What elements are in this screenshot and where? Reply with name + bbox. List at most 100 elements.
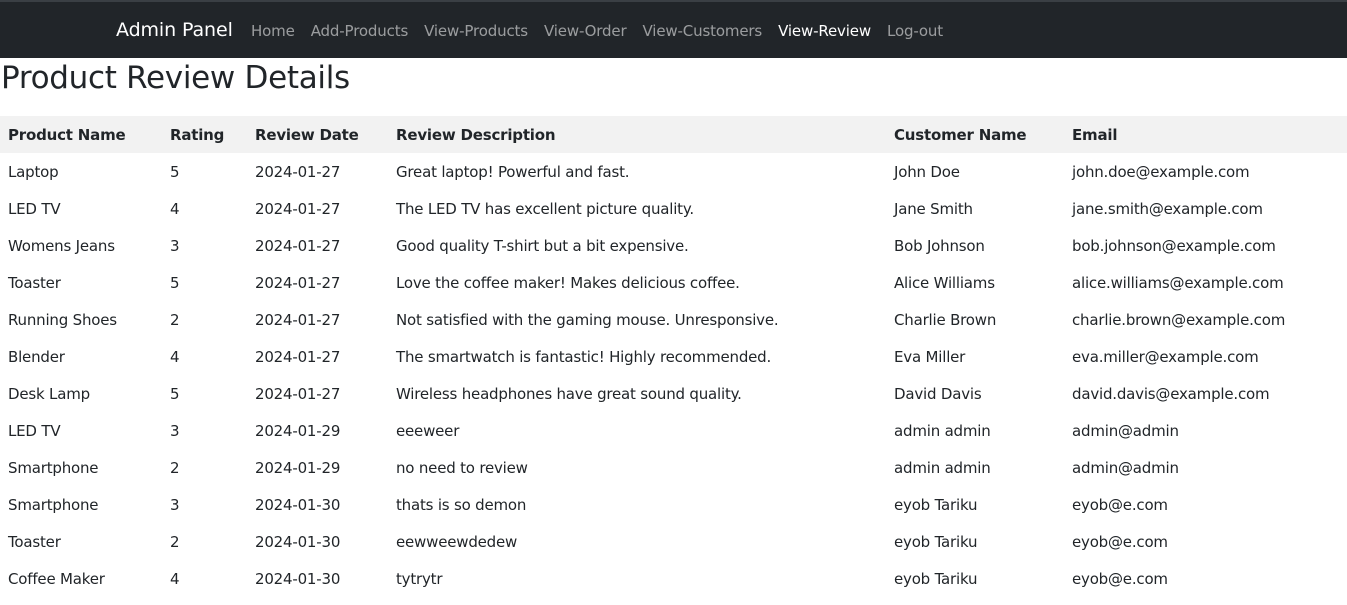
header-review-description: Review Description [396, 125, 556, 144]
header-review-date: Review Date [255, 125, 359, 144]
nav-item-view-order: View-Order [544, 21, 627, 40]
cell-email: jane.smith@example.com [1072, 199, 1263, 218]
nav-menu: Home Add-Products View-Products View-Ord… [251, 21, 959, 40]
cell-product-name: Toaster [8, 532, 61, 551]
cell-review-description: Not satisfied with the gaming mouse. Unr… [396, 310, 779, 329]
cell-customer-name: Bob Johnson [894, 236, 985, 255]
cell-product-name: Toaster [8, 273, 61, 292]
cell-email: eyob@e.com [1072, 569, 1168, 588]
cell-review-date: 2024-01-27 [255, 199, 341, 218]
cell-rating: 3 [170, 495, 180, 514]
nav-link-home[interactable]: Home [251, 22, 295, 40]
cell-customer-name: eyob Tariku [894, 495, 978, 514]
page-title: Product Review Details [1, 60, 350, 96]
cell-review-date: 2024-01-27 [255, 273, 341, 292]
cell-email: david.davis@example.com [1072, 384, 1270, 403]
brand-link[interactable]: Admin Panel [116, 19, 233, 41]
cell-review-description: The LED TV has excellent picture quality… [396, 199, 694, 218]
cell-email: john.doe@example.com [1072, 162, 1250, 181]
cell-review-description: Love the coffee maker! Makes delicious c… [396, 273, 740, 292]
cell-rating: 2 [170, 310, 180, 329]
cell-product-name: Womens Jeans [8, 236, 115, 255]
table-row: Laptop 5 2024-01-27 Great laptop! Powerful … [0, 153, 1347, 190]
cell-rating: 3 [170, 236, 180, 255]
cell-review-description: thats is so demon [396, 495, 527, 514]
cell-email: admin@admin [1072, 421, 1179, 440]
cell-product-name: Coffee Maker [8, 569, 105, 588]
cell-product-name: Blender [8, 347, 65, 366]
table-header-row: Product Name Rating Review Date Review D… [0, 116, 1347, 153]
table-row: Womens Jeans 3 2024-01-27 Good quality T-sh… [0, 227, 1347, 264]
table-row: LED TV 4 2024-01-27 The LED TV has excellen… [0, 190, 1347, 227]
table-row: LED TV 3 2024-01-29 eeeweer admin admin admin… [0, 412, 1347, 449]
cell-review-description: eeeweer [396, 421, 460, 440]
cell-review-date: 2024-01-27 [255, 347, 341, 366]
cell-rating: 4 [170, 199, 180, 218]
cell-product-name: Running Shoes [8, 310, 117, 329]
cell-review-date: 2024-01-29 [255, 458, 341, 477]
nav-item-log-out: Log-out [887, 21, 943, 40]
nav-link-log-out[interactable]: Log-out [887, 22, 943, 40]
cell-customer-name: Alice Williams [894, 273, 995, 292]
cell-email: alice.williams@example.com [1072, 273, 1284, 292]
cell-customer-name: eyob Tariku [894, 532, 978, 551]
table-row: Smartphone 3 2024-01-30 thats is so demon ey… [0, 486, 1347, 523]
cell-product-name: LED TV [8, 421, 61, 440]
reviews-table: Product Name Rating Review Date Review D… [0, 116, 1347, 597]
cell-review-description: The smartwatch is fantastic! Highly reco… [396, 347, 772, 366]
top-navbar: Admin Panel Home Add-Products View-Produ… [0, 0, 1347, 58]
cell-email: eyob@e.com [1072, 532, 1168, 551]
nav-item-view-customers: View-Customers [643, 21, 763, 40]
cell-review-date: 2024-01-27 [255, 162, 341, 181]
cell-email: eyob@e.com [1072, 495, 1168, 514]
cell-rating: 5 [170, 384, 180, 403]
cell-customer-name: Eva Miller [894, 347, 966, 366]
cell-review-date: 2024-01-30 [255, 532, 341, 551]
cell-rating: 2 [170, 458, 180, 477]
nav-link-view-customers[interactable]: View-Customers [643, 22, 763, 40]
cell-review-description: tytrytr [396, 569, 443, 588]
cell-review-description: no need to review [396, 458, 528, 477]
nav-link-add-products[interactable]: Add-Products [311, 22, 409, 40]
nav-item-add-products: Add-Products [311, 21, 409, 40]
table-row: Smartphone 2 2024-01-29 no need to review ad… [0, 449, 1347, 486]
cell-rating: 4 [170, 569, 180, 588]
cell-review-date: 2024-01-30 [255, 569, 341, 588]
cell-review-date: 2024-01-27 [255, 384, 341, 403]
table-row: Toaster 2 2024-01-30 eewweewdedew eyob Tarik… [0, 523, 1347, 560]
header-product-name: Product Name [8, 125, 126, 144]
table-row: Running Shoes 2 2024-01-27 Not satisfied wi… [0, 301, 1347, 338]
nav-link-view-products[interactable]: View-Products [424, 22, 528, 40]
cell-customer-name: admin admin [894, 421, 991, 440]
cell-product-name: Smartphone [8, 495, 99, 514]
header-email: Email [1072, 125, 1118, 144]
cell-customer-name: Jane Smith [894, 199, 973, 218]
cell-rating: 5 [170, 162, 180, 181]
nav-item-view-review: View-Review [778, 21, 871, 40]
nav-link-view-order[interactable]: View-Order [544, 22, 627, 40]
cell-email: eva.miller@example.com [1072, 347, 1259, 366]
table-row: Blender 4 2024-01-27 The smartwatch is fant… [0, 338, 1347, 375]
cell-review-date: 2024-01-30 [255, 495, 341, 514]
cell-review-description: Wireless headphones have great sound qua… [396, 384, 742, 403]
cell-email: bob.johnson@example.com [1072, 236, 1276, 255]
table-row: Desk Lamp 5 2024-01-27 Wireless headphones … [0, 375, 1347, 412]
cell-customer-name: John Doe [894, 162, 960, 181]
cell-rating: 2 [170, 532, 180, 551]
table-row: Coffee Maker 4 2024-01-30 tytrytr eyob Tarik… [0, 560, 1347, 597]
nav-link-view-review[interactable]: View-Review [778, 22, 871, 40]
cell-rating: 5 [170, 273, 180, 292]
cell-rating: 4 [170, 347, 180, 366]
cell-customer-name: eyob Tariku [894, 569, 978, 588]
cell-review-description: Great laptop! Powerful and fast. [396, 162, 630, 181]
cell-email: charlie.brown@example.com [1072, 310, 1286, 329]
header-rating: Rating [170, 125, 225, 144]
cell-customer-name: Charlie Brown [894, 310, 997, 329]
cell-review-description: eewweewdedew [396, 532, 518, 551]
header-customer-name: Customer Name [894, 125, 1027, 144]
cell-review-date: 2024-01-27 [255, 236, 341, 255]
table-row: Toaster 5 2024-01-27 Love the coffee maker!… [0, 264, 1347, 301]
cell-customer-name: David Davis [894, 384, 982, 403]
cell-rating: 3 [170, 421, 180, 440]
cell-product-name: Desk Lamp [8, 384, 90, 403]
